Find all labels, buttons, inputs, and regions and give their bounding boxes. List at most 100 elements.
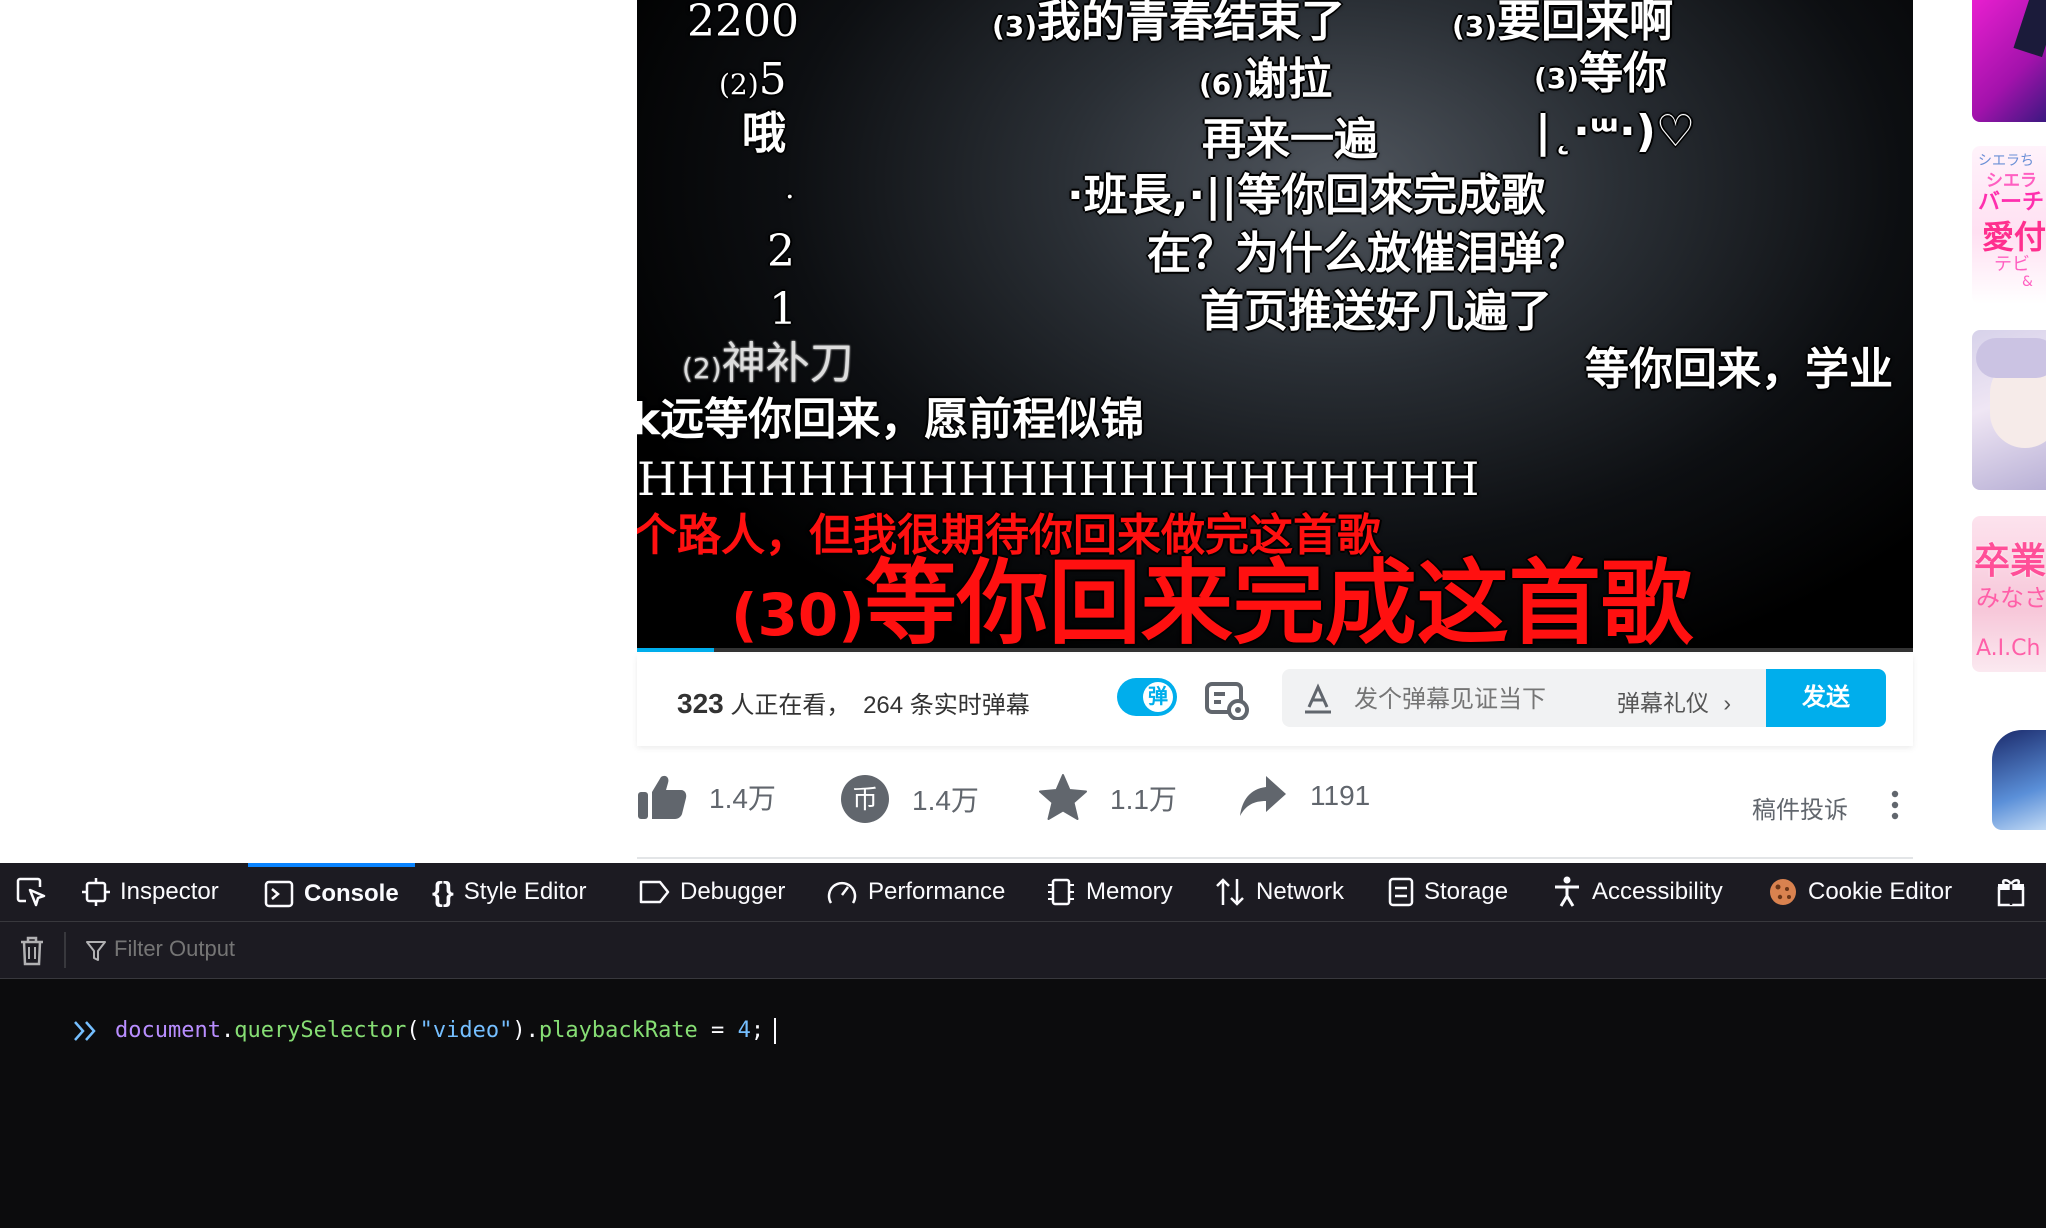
thumb-text: テビ bbox=[1994, 254, 2030, 275]
complaint-link[interactable]: 稿件投诉 bbox=[1752, 790, 1848, 825]
divider bbox=[64, 932, 66, 968]
tab-cookie-editor[interactable]: Cookie Editor bbox=[1768, 863, 1952, 921]
tab-label: Debugger bbox=[680, 878, 786, 905]
code-token: playbackRate bbox=[538, 1018, 698, 1043]
code-token: document bbox=[114, 1018, 221, 1043]
danmaku-comment: ·班長,·||等你回來完成歌 bbox=[1067, 170, 1546, 221]
devtools-panel: Inspector Console {} Style Editor Debugg… bbox=[0, 863, 2046, 1228]
tab-performance[interactable]: Performance bbox=[826, 863, 1005, 921]
favorite-button[interactable]: 1.1万 bbox=[1038, 774, 1177, 822]
progress-fill bbox=[637, 648, 714, 652]
debugger-icon bbox=[639, 880, 670, 904]
element-picker-button[interactable] bbox=[14, 863, 48, 921]
tab-accessibility[interactable]: Accessibility bbox=[1552, 863, 1723, 921]
coin-icon: 币 bbox=[841, 775, 889, 823]
divider bbox=[637, 857, 1913, 859]
thumb-text: 卒業 bbox=[1974, 541, 2046, 582]
danmaku-toggle-label: 弹 bbox=[1143, 682, 1173, 712]
viewer-info: 323 人正在看， 264 条实时弹幕 bbox=[677, 685, 1030, 720]
danmaku-comment: 2200 bbox=[687, 0, 799, 47]
text-style-icon[interactable] bbox=[1302, 683, 1334, 715]
more-icon[interactable] bbox=[1890, 790, 1900, 820]
gift-icon bbox=[1997, 879, 2025, 907]
tab-network[interactable]: Network bbox=[1214, 863, 1344, 921]
text-caret bbox=[774, 1018, 777, 1044]
danmaku-comment: (6)谢拉 bbox=[1199, 54, 1333, 105]
danmaku-toggle[interactable]: 弹 bbox=[1117, 678, 1177, 716]
share-count: 1191 bbox=[1310, 780, 1371, 811]
memory-chip-icon bbox=[1048, 878, 1074, 906]
danmaku-settings-icon[interactable] bbox=[1205, 680, 1249, 720]
viewer-count: 323 bbox=[677, 688, 724, 719]
danmaku-comment: 1 bbox=[769, 284, 797, 335]
console-icon bbox=[264, 880, 294, 908]
thumb-text: A.I.Ch bbox=[1976, 636, 2041, 661]
code-token: . bbox=[220, 1018, 235, 1043]
accessibility-icon bbox=[1555, 876, 1579, 907]
danmaku-comment: 再来一遍 bbox=[1202, 114, 1378, 165]
danmaku-comment: 2 bbox=[767, 226, 795, 277]
code-token: querySelector bbox=[234, 1018, 407, 1043]
danmaku-input-wrap: 弹幕礼仪 › bbox=[1282, 669, 1766, 727]
danmaku-etiquette-label: 弹幕礼仪 bbox=[1617, 690, 1709, 716]
tab-console[interactable]: Console bbox=[248, 863, 415, 921]
danmaku-comment: (30)等你回来完成这首歌 bbox=[731, 550, 1693, 652]
recommend-thumbnail[interactable]: 卒業 みなさ A.I.Ch bbox=[1972, 516, 2046, 672]
tab-debugger[interactable]: Debugger bbox=[638, 863, 785, 921]
tab-memory[interactable]: Memory bbox=[1046, 863, 1173, 921]
share-arrow-icon bbox=[1240, 776, 1286, 816]
recommend-thumbnail[interactable] bbox=[1972, 330, 2046, 490]
danmaku-comment: (3)要回来啊 bbox=[1452, 0, 1674, 47]
video-player[interactable]: 2200 (3)我的青春结束了 (3)要回来啊 (2)5 (6)谢拉 (3)等你… bbox=[637, 0, 1913, 652]
cookie-icon bbox=[1770, 879, 1796, 905]
tab-label: Network bbox=[1256, 878, 1345, 905]
share-button[interactable]: 1191 bbox=[1238, 774, 1370, 818]
performance-gauge-icon bbox=[827, 881, 857, 904]
danmaku-comment: . bbox=[785, 171, 795, 206]
code-token: "video" bbox=[419, 1018, 513, 1043]
tab-label: Inspector bbox=[120, 878, 219, 905]
send-button[interactable]: 发送 bbox=[1766, 669, 1886, 727]
danmaku-comment: (3)等你 bbox=[1534, 48, 1668, 99]
inspector-icon bbox=[82, 878, 110, 906]
thumb-text: みなさ bbox=[1976, 584, 2046, 612]
filter-output-input[interactable] bbox=[112, 935, 716, 963]
code-token: 4 bbox=[737, 1018, 751, 1043]
tab-label: Performance bbox=[868, 878, 1006, 905]
trash-icon[interactable] bbox=[18, 936, 46, 966]
danmaku-comment: 首页推送好几遍了 bbox=[1200, 286, 1552, 337]
tab-label: Accessibility bbox=[1592, 878, 1723, 905]
danmaku-comment: |˛·ᵚ·)♡ bbox=[1535, 106, 1696, 157]
code-token: ) bbox=[512, 1018, 526, 1043]
console-filter-bar bbox=[0, 922, 2046, 979]
tab-inspector[interactable]: Inspector bbox=[82, 863, 219, 921]
favorite-count: 1.1万 bbox=[1110, 784, 1177, 815]
code-token: = bbox=[697, 1018, 738, 1043]
danmaku-comment: HHHHHHHHHHHHHHHHHHHHH bbox=[637, 452, 1480, 506]
coin-button[interactable]: 币 1.4万 bbox=[840, 774, 979, 824]
danmaku-comment: (2)5 bbox=[719, 54, 787, 105]
recommend-thumbnail[interactable]: シエラち シエラ バーチ 愛付 テビ & bbox=[1972, 146, 2046, 304]
tab-storage[interactable]: Storage bbox=[1388, 863, 1508, 921]
thumb-up-icon bbox=[638, 775, 687, 819]
progress-bar[interactable] bbox=[637, 648, 1913, 652]
danmaku-input[interactable] bbox=[1352, 684, 1586, 714]
extension-button[interactable] bbox=[1996, 863, 2026, 921]
tab-style-editor[interactable]: {} Style Editor bbox=[432, 863, 587, 921]
star-icon bbox=[1039, 774, 1087, 820]
danmaku-comment: k远等你回来，愿前程似锦 bbox=[637, 394, 1145, 445]
tab-label: Console bbox=[304, 880, 399, 907]
viewer-text: 人正在看， bbox=[730, 692, 851, 719]
coin-glyph: 币 bbox=[852, 785, 878, 815]
devtools-tabbar: Inspector Console {} Style Editor Debugg… bbox=[0, 863, 2046, 922]
recommend-thumbnail[interactable] bbox=[1972, 710, 2046, 860]
recommend-thumbnail[interactable] bbox=[1972, 0, 2046, 122]
storage-icon bbox=[1388, 877, 1414, 907]
like-button[interactable]: 1.4万 bbox=[637, 774, 776, 820]
tab-label: Style Editor bbox=[463, 878, 587, 905]
tab-label: Cookie Editor bbox=[1808, 878, 1953, 905]
danmaku-etiquette-link[interactable]: 弹幕礼仪 › bbox=[1617, 684, 1731, 718]
filter-icon bbox=[86, 941, 106, 961]
danmaku-comment: 等你回来，学业 bbox=[1585, 344, 1893, 395]
console-input-line[interactable]: document.querySelector("video").playback… bbox=[20, 993, 777, 1069]
